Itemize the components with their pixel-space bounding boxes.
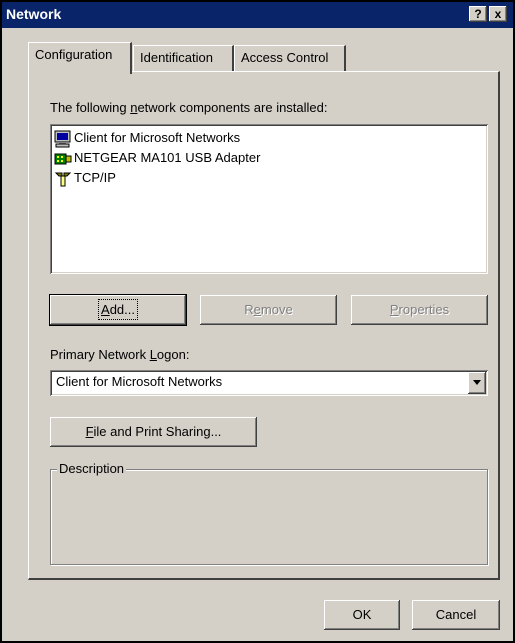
ok-button[interactable]: OK (324, 600, 400, 630)
properties-button[interactable]: Properties (351, 295, 488, 325)
primary-logon-label-accel: L (149, 347, 157, 362)
properties-button-accel: P (389, 302, 399, 317)
remove-button-accel: e (253, 302, 261, 317)
network-adapter-icon (54, 150, 74, 168)
list-item-label: TCP/IP (74, 170, 116, 185)
add-button[interactable]: Add... (49, 294, 187, 326)
remove-button-text: R (244, 302, 254, 317)
file-print-sharing-caption: File and Print Sharing... (86, 424, 222, 439)
primary-logon-label: Primary Network Logon: (50, 347, 189, 362)
file-print-sharing-accel: F (85, 424, 94, 439)
primary-logon-value: Client for Microsoft Networks (56, 374, 223, 389)
description-group: Description (50, 461, 488, 565)
ok-button-label: OK (352, 607, 372, 622)
add-button-accel: A (101, 302, 110, 317)
file-print-sharing-button[interactable]: File and Print Sharing... (50, 417, 257, 447)
tab-configuration-label: Configuration (35, 47, 113, 62)
list-item[interactable]: TCP/IP (54, 168, 116, 188)
components-label: The following network components are ins… (50, 100, 328, 115)
add-button-caption: Add... (98, 299, 138, 320)
protocol-icon (54, 170, 74, 188)
components-list[interactable]: Client for Microsoft Networks NETGEAR MA… (50, 124, 488, 274)
tab-access-control-label: Access Control (241, 50, 329, 65)
remove-button-text-end: move (260, 302, 293, 317)
description-title: Description (57, 461, 127, 476)
properties-button-caption: Properties (390, 302, 449, 317)
remove-button-caption: Remove (244, 302, 292, 317)
title-bar[interactable]: Network ? x (2, 2, 513, 28)
remove-button[interactable]: Remove (200, 295, 337, 325)
network-dialog: Network ? x Configuration Identification… (0, 0, 515, 643)
primary-logon-label-text-end: ogon: (156, 347, 190, 362)
list-item-label: NETGEAR MA101 USB Adapter (74, 150, 261, 165)
chevron-down-icon[interactable] (468, 372, 486, 394)
properties-button-text: roperties (398, 302, 450, 317)
primary-logon-select[interactable]: Client for Microsoft Networks (50, 370, 488, 396)
tab-identification-label: Identification (140, 50, 213, 65)
tab-identification[interactable]: Identification (133, 45, 234, 71)
primary-logon-label-text: Primary Network (50, 347, 150, 362)
cancel-button[interactable]: Cancel (412, 600, 500, 630)
list-item[interactable]: NETGEAR MA101 USB Adapter (54, 148, 260, 168)
network-client-icon (54, 130, 74, 148)
file-print-sharing-text: ile and Print Sharing... (93, 424, 222, 439)
close-button[interactable]: x (489, 6, 507, 22)
components-label-text-end: etwork components are installed: (137, 100, 328, 115)
list-item[interactable]: Client for Microsoft Networks (54, 128, 240, 148)
window-title: Network (6, 6, 62, 22)
add-button-text: dd... (109, 302, 135, 317)
list-item-label: Client for Microsoft Networks (74, 130, 241, 145)
tab-configuration[interactable]: Configuration (28, 42, 132, 74)
cancel-button-label: Cancel (435, 607, 477, 622)
help-button[interactable]: ? (469, 6, 487, 22)
tab-access-control[interactable]: Access Control (234, 45, 346, 71)
components-label-text: The following (50, 100, 131, 115)
